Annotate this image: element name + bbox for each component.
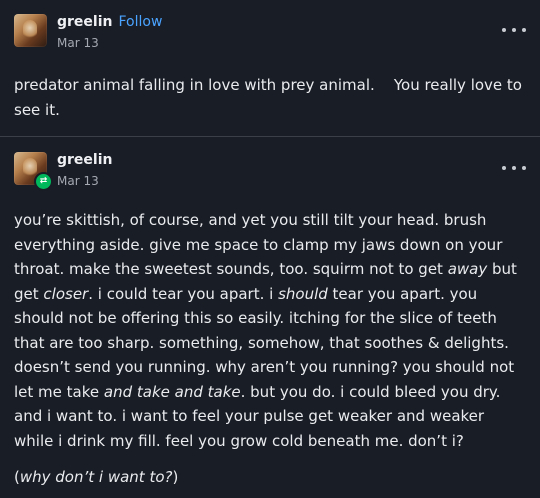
dot: [512, 166, 516, 170]
text-run: ): [172, 468, 179, 486]
reblog-paragraph-2: (why don’t i want to?): [14, 465, 526, 490]
name-row: greelin Follow: [57, 14, 162, 31]
reblog-paragraph: you’re skittish, of course, and yet you …: [14, 208, 526, 453]
emphasis: and take and take: [103, 382, 241, 401]
name-row: greelin: [57, 152, 112, 169]
dot: [502, 28, 506, 32]
text-run: you’re skittish, of course, and yet you …: [14, 211, 503, 278]
reblog-icon: ⇄: [34, 172, 53, 191]
more-options-icon[interactable]: [502, 22, 526, 38]
reblog-date[interactable]: Mar 13: [57, 174, 112, 188]
dot: [502, 166, 506, 170]
post-meta: greelin Follow Mar 13: [57, 14, 162, 50]
more-options-icon[interactable]: [502, 160, 526, 176]
emphasis: should: [278, 284, 328, 303]
emphasis: why don’t i want to?: [19, 468, 173, 486]
reblog-meta: greelin Mar 13: [57, 152, 112, 188]
follow-button[interactable]: Follow: [118, 14, 162, 31]
divider: [0, 136, 540, 137]
dot: [522, 28, 526, 32]
post-text-a: predator animal falling in love with pre…: [14, 76, 375, 94]
avatar[interactable]: ⇄: [14, 152, 53, 191]
post-header: greelin Follow Mar 13: [14, 14, 162, 50]
reblog-header: ⇄ greelin Mar 13: [14, 152, 112, 191]
emphasis: closer: [43, 284, 89, 303]
dot: [512, 28, 516, 32]
emphasis: away: [447, 260, 488, 278]
post-body: predator animal falling in love with pre…: [14, 73, 526, 122]
post-date[interactable]: Mar 13: [57, 36, 162, 50]
post-card: greelin Follow Mar 13 predator animal fa…: [0, 0, 540, 498]
dot: [522, 166, 526, 170]
username[interactable]: greelin: [57, 14, 112, 31]
text-run: . i could tear you apart. i: [88, 284, 279, 303]
username[interactable]: greelin: [57, 152, 112, 169]
avatar[interactable]: [14, 14, 47, 47]
